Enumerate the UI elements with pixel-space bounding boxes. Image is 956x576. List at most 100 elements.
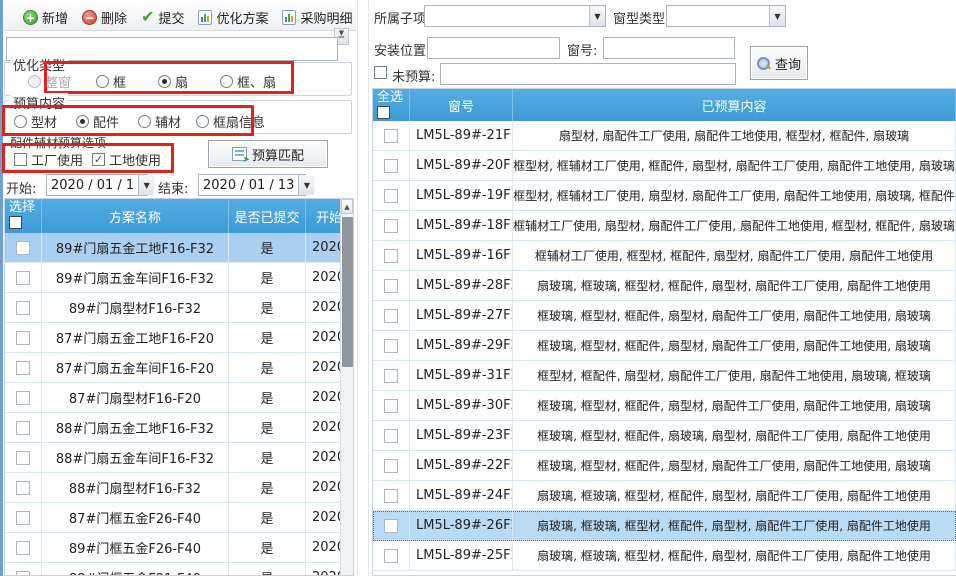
- chevron-down-icon[interactable]: ▼: [589, 6, 605, 26]
- table-row[interactable]: 88#门扇五金车间F16-F32是2020/0: [5, 443, 353, 473]
- row-checkbox[interactable]: [384, 159, 398, 173]
- table-row[interactable]: 89#门框五金F26-F40是2020/0: [5, 533, 353, 563]
- row-checkbox[interactable]: [384, 519, 398, 533]
- submit-button[interactable]: ✔ 提交: [136, 6, 189, 29]
- row-checkbox[interactable]: [16, 331, 30, 345]
- chevron-down-icon[interactable]: ▼: [138, 175, 154, 195]
- radio-frame[interactable]: 框: [96, 72, 126, 91]
- row-checkbox[interactable]: [384, 309, 398, 323]
- table-row[interactable]: LM5L-89#-28F26扇玻璃, 框玻璃, 框型材, 框配件, 扇型材, 扇…: [373, 271, 956, 301]
- table-row[interactable]: 89#门扇型材F16-F32是2020/0: [5, 293, 353, 323]
- optimize-plan-button[interactable]: 优化方案: [193, 6, 273, 29]
- submitted-cell: 是: [229, 293, 306, 322]
- window-no-cell: LM5L-89#-31F29: [410, 361, 513, 390]
- panel-splitter[interactable]: [357, 0, 369, 576]
- site-use-checkbox[interactable]: 工地使用: [92, 150, 161, 169]
- table-row[interactable]: LM5L-89#-29F27框玻璃, 框型材, 框配件, 扇型材, 扇配件工厂使…: [373, 331, 956, 361]
- select-all-checkbox[interactable]: [9, 216, 22, 229]
- radio-frame-sash[interactable]: 框、扇: [220, 72, 276, 91]
- table-row[interactable]: 88#门框五金F21-F40是2020/0: [5, 563, 353, 576]
- radio-frame-sash-info[interactable]: 框扇信息: [196, 112, 265, 131]
- scroll-up-icon[interactable]: ▲: [341, 199, 353, 214]
- window-no-input[interactable]: [603, 37, 735, 59]
- table-row[interactable]: LM5L-89#-19F17框型材, 框辅材工厂使用, 扇型材, 扇配件工厂使用…: [373, 181, 956, 211]
- factory-use-checkbox[interactable]: 工厂使用: [14, 150, 83, 169]
- query-button[interactable]: 查询: [750, 46, 808, 80]
- radio-profile[interactable]: 型材: [14, 112, 57, 131]
- table-row[interactable]: 87#门框五金F26-F40是2020/0: [5, 503, 353, 533]
- row-checkbox[interactable]: [384, 429, 398, 443]
- delete-button[interactable]: − 删除: [77, 6, 132, 29]
- purchase-detail-button[interactable]: 采购明细 ▼: [277, 6, 368, 29]
- row-checkbox[interactable]: [16, 391, 30, 405]
- table-row[interactable]: LM5L-89#-26F24扇玻璃, 框玻璃, 框型材, 框配件, 扇型材, 扇…: [373, 511, 956, 541]
- checkbox-cell: [373, 451, 410, 480]
- add-button[interactable]: + 新增: [18, 6, 73, 29]
- scrollbar-thumb[interactable]: [342, 217, 353, 367]
- install-position-input[interactable]: [427, 37, 560, 59]
- radio-accessory[interactable]: 配件: [76, 112, 119, 131]
- table-row[interactable]: 87#门扇五金车间F16-F20是2020/0: [5, 353, 353, 383]
- row-checkbox[interactable]: [16, 541, 30, 555]
- window-type-select[interactable]: ▼: [666, 5, 786, 27]
- row-checkbox[interactable]: [384, 189, 398, 203]
- budget-match-button[interactable]: 预算匹配: [208, 140, 328, 168]
- table-row[interactable]: 89#门扇五金工地F16-F32是2020/0: [5, 233, 353, 263]
- sub-item-select[interactable]: ▼: [424, 5, 606, 27]
- row-checkbox[interactable]: [16, 301, 30, 315]
- chevron-down-icon[interactable]: ▼: [769, 6, 785, 26]
- radio-sash[interactable]: 扇: [158, 72, 188, 91]
- row-checkbox[interactable]: [384, 399, 398, 413]
- row-checkbox[interactable]: [384, 459, 398, 473]
- row-checkbox[interactable]: [384, 279, 398, 293]
- chevron-down-icon[interactable]: ▼: [298, 175, 314, 195]
- table-row[interactable]: LM5L-89#-21F19扇型材, 扇配件工厂使用, 扇配件工地使用, 框型材…: [373, 121, 956, 151]
- table-row[interactable]: LM5L-89#-27F25框玻璃, 框型材, 框配件, 扇型材, 扇配件工厂使…: [373, 301, 956, 331]
- row-checkbox[interactable]: [384, 219, 398, 233]
- row-checkbox[interactable]: [16, 451, 30, 465]
- row-checkbox[interactable]: [384, 549, 398, 563]
- row-checkbox[interactable]: [16, 571, 30, 576]
- table-row[interactable]: LM5L-89#-20F18框型材, 框辅材工厂使用, 框配件, 扇型材, 扇配…: [373, 151, 956, 181]
- row-checkbox[interactable]: [16, 361, 30, 375]
- row-checkbox[interactable]: [16, 421, 30, 435]
- row-checkbox[interactable]: [16, 271, 30, 285]
- table-row[interactable]: 89#门扇五金车间F16-F32是2020/0: [5, 263, 353, 293]
- radio-icon: [138, 115, 151, 128]
- table-row[interactable]: LM5L-89#-23F21框玻璃, 框型材, 框配件, 扇玻璃, 扇型材, 扇…: [373, 421, 956, 451]
- end-date-picker[interactable]: 2020 / 01 / 13 ▼: [198, 174, 306, 196]
- row-checkbox[interactable]: [384, 369, 398, 383]
- radio-icon: [158, 75, 171, 88]
- window-no-cell: LM5L-89#-28F26: [410, 271, 513, 300]
- table-row[interactable]: 87#门扇五金工地F16-F20是2020/0: [5, 323, 353, 353]
- select-all-checkbox[interactable]: [377, 106, 390, 119]
- radio-auxiliary[interactable]: 辅材: [138, 112, 181, 131]
- budgeted-content-cell: 扇型材, 扇配件工厂使用, 扇配件工地使用, 框型材, 框配件, 扇玻璃: [513, 121, 956, 150]
- table-row[interactable]: LM5L-89#-30F28框玻璃, 框型材, 框配件, 扇型材, 扇配件工厂使…: [373, 391, 956, 421]
- table-row[interactable]: LM5L-89#-16F15框辅材工厂使用, 框型材, 框配件, 扇型材, 扇配…: [373, 241, 956, 271]
- row-checkbox[interactable]: [384, 339, 398, 353]
- no-budget-label: 未预算:: [392, 66, 435, 85]
- table-row[interactable]: LM5L-89#-24F22扇玻璃, 框玻璃, 框型材, 框配件, 扇型材, 扇…: [373, 481, 956, 511]
- row-checkbox[interactable]: [384, 129, 398, 143]
- no-budget-input[interactable]: [440, 63, 736, 85]
- table-row[interactable]: 87#门扇型材F16-F20是2020/0: [5, 383, 353, 413]
- window-no-cell: LM5L-89#-24F22: [410, 481, 513, 510]
- scheme-table-scrollbar[interactable]: ▲: [340, 199, 353, 576]
- scheme-name-header: 方案名称: [42, 199, 229, 233]
- table-row[interactable]: LM5L-89#-25F23扇玻璃, 框玻璃, 框型材, 框配件, 扇型材, 扇…: [373, 541, 956, 571]
- row-checkbox[interactable]: [16, 241, 30, 255]
- table-row[interactable]: LM5L-89#-18F16框辅材工厂使用, 扇型材, 扇配件工厂使用, 扇配件…: [373, 211, 956, 241]
- budget-management-window: + 新增 − 删除 ✔ 提交 优化方案 采购明细 ▼ ▼▔ 优化类型 整窗 框: [0, 0, 956, 576]
- start-date-picker[interactable]: 2020 / 01 / 1 ▼: [46, 174, 148, 196]
- row-checkbox[interactable]: [384, 249, 398, 263]
- row-checkbox[interactable]: [384, 489, 398, 503]
- table-row[interactable]: 88#门扇五金工地F16-F32是2020/0: [5, 413, 353, 443]
- table-row[interactable]: LM5L-89#-22F20框玻璃, 框型材, 框配件, 扇型材, 扇配件工厂使…: [373, 451, 956, 481]
- scheme-name-cell: 88#门框五金F21-F40: [42, 563, 229, 576]
- table-row[interactable]: LM5L-89#-31F29框型材, 框配件, 扇型材, 扇配件工厂使用, 扇配…: [373, 361, 956, 391]
- row-checkbox[interactable]: [16, 481, 30, 495]
- table-row[interactable]: 88#门扇型材F16-F32是2020/0: [5, 473, 353, 503]
- no-budget-checkbox[interactable]: [374, 66, 387, 79]
- row-checkbox[interactable]: [16, 511, 30, 525]
